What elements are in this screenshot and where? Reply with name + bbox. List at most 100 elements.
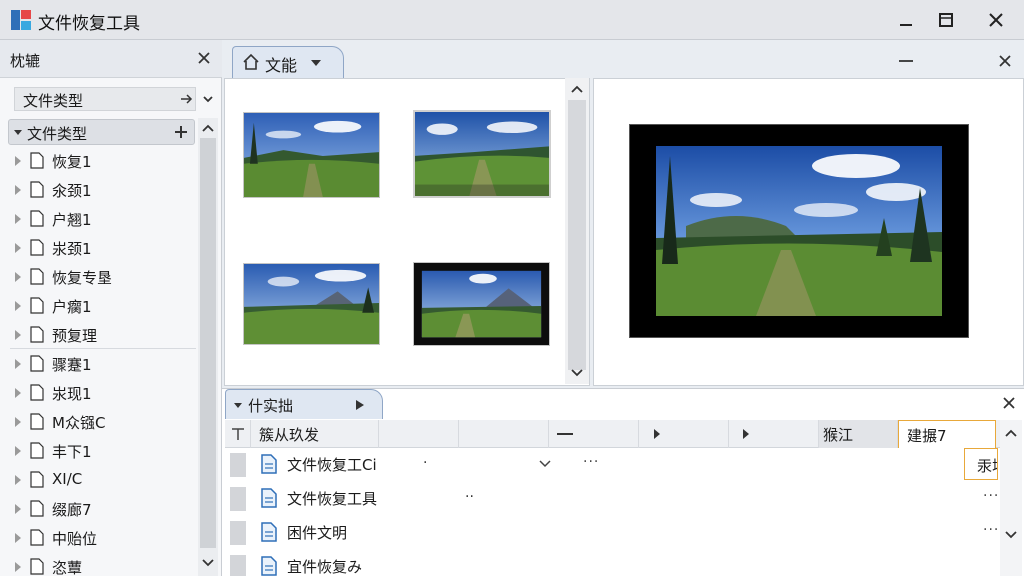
row-checkbox[interactable]: [230, 521, 246, 545]
preview-image: [656, 146, 942, 316]
column-header[interactable]: [549, 420, 639, 448]
arrow-right-icon: [181, 94, 193, 104]
tree-item[interactable]: 预复理: [10, 320, 196, 349]
caret-down-icon[interactable]: [311, 59, 321, 67]
more-icon[interactable]: ···: [983, 522, 999, 538]
scroll-thumb[interactable]: [200, 138, 216, 548]
tree-item[interactable]: 恢复专垦: [10, 262, 196, 291]
close-icon[interactable]: [996, 52, 1014, 70]
tree-item-label: 恣蕈: [52, 559, 83, 576]
tree-item-label: 恢复专垦: [52, 269, 113, 287]
image-thumbnail[interactable]: [243, 112, 380, 198]
left-panel-title: 枕辘: [10, 52, 41, 70]
left-panel: 枕辘 文件类型 文件类型 恢复1 氽颈1 户翘1 汖颈1 恢复专垦 户瘸1 预复…: [0, 40, 222, 576]
tree-item[interactable]: 缀廊7: [10, 494, 196, 523]
tree-item[interactable]: 中贻位: [10, 523, 196, 552]
grid-header-checkbox-cell[interactable]: [225, 420, 251, 448]
tree-item[interactable]: 恢复1: [10, 146, 196, 175]
document-icon: [30, 384, 44, 401]
scroll-down-icon[interactable]: [1005, 530, 1017, 540]
tree-item[interactable]: XI/C: [10, 465, 196, 494]
document-icon: [30, 442, 44, 459]
file-type-combo[interactable]: 文件类型: [14, 87, 196, 111]
column-header-name[interactable]: 簇从玖发: [251, 420, 379, 448]
caret-right-icon: [15, 272, 21, 282]
play-icon: [743, 429, 749, 439]
image-thumbnail[interactable]: [243, 263, 380, 345]
tree-item[interactable]: 汖现1: [10, 378, 196, 407]
app-logo-icon: [11, 10, 31, 30]
caret-right-icon: [15, 359, 21, 369]
tree-item[interactable]: 丰下1: [10, 436, 196, 465]
table-row[interactable]: 文件恢复工具 ·· ···: [225, 482, 1000, 516]
image-thumbnail[interactable]: [413, 110, 551, 198]
scroll-up-icon[interactable]: [202, 123, 214, 133]
thumbnail-pane: [224, 78, 590, 386]
tree-group-header[interactable]: 文件类型: [8, 119, 195, 145]
row-name: 文件恢复工具: [287, 490, 378, 508]
chevron-down-icon[interactable]: [201, 92, 215, 106]
column-header[interactable]: [379, 420, 459, 448]
tree-item-label: 汖现1: [52, 385, 92, 403]
plus-icon[interactable]: [173, 124, 189, 140]
thumbnail-scrollbar[interactable]: [565, 78, 589, 384]
scroll-down-icon[interactable]: [202, 558, 214, 568]
table-row[interactable]: 宜件恢复み: [225, 550, 1000, 576]
tab-bottom-panel[interactable]: 什实拙: [225, 389, 383, 419]
column-header-name-label: 簇从玖发: [259, 426, 320, 444]
scroll-up-icon[interactable]: [1005, 428, 1017, 438]
minimize-icon[interactable]: [897, 56, 915, 66]
table-row[interactable]: 文件恢复工Ci · ···: [225, 448, 1000, 482]
image-thumbnail[interactable]: [413, 262, 550, 346]
dash-icon: [557, 433, 573, 435]
tree-item-label: 户翘1: [52, 211, 92, 229]
document-icon: [30, 500, 44, 517]
column-header-a[interactable]: 猴江: [819, 420, 898, 448]
home-icon: [243, 53, 259, 70]
tree-item[interactable]: 骤蹇1: [10, 349, 196, 378]
row-checkbox[interactable]: [230, 555, 246, 576]
row-checkbox[interactable]: [230, 453, 246, 477]
tree-item[interactable]: 户瘸1: [10, 291, 196, 320]
column-header-b[interactable]: 建搌7: [898, 420, 996, 448]
maximize-button[interactable]: [932, 6, 960, 34]
maximize-icon: [939, 13, 953, 27]
minimize-button[interactable]: [892, 6, 920, 34]
tree-item[interactable]: 汖颈1: [10, 233, 196, 262]
column-header[interactable]: [729, 420, 819, 448]
tree-item-label: 中贻位: [52, 530, 98, 548]
document-icon: [30, 152, 44, 169]
tree-item[interactable]: 氽颈1: [10, 175, 196, 204]
scroll-thumb[interactable]: [568, 100, 586, 370]
document-icon: [261, 522, 277, 542]
row-name: 困件文明: [287, 524, 348, 542]
caret-down-icon: [234, 403, 242, 408]
scroll-down-icon[interactable]: [571, 368, 583, 378]
row-name: 文件恢复工Ci: [287, 456, 377, 474]
tree-item[interactable]: 户翘1: [10, 204, 196, 233]
document-icon: [30, 529, 44, 546]
landscape-image: [414, 263, 549, 345]
chevron-down-icon[interactable]: [539, 460, 551, 468]
tab-document[interactable]: 文能: [232, 46, 344, 78]
caret-right-icon: [15, 214, 21, 224]
close-window-button[interactable]: [982, 6, 1010, 34]
left-panel-scrollbar[interactable]: [198, 118, 218, 576]
caret-right-icon: [15, 388, 21, 398]
close-icon[interactable]: [194, 48, 214, 68]
row-mark: ·: [423, 455, 428, 471]
close-icon[interactable]: [1002, 396, 1016, 410]
column-header[interactable]: [459, 420, 549, 448]
more-icon[interactable]: ···: [983, 488, 999, 504]
table-row[interactable]: 困件文明 ···: [225, 516, 1000, 550]
document-icon: [30, 239, 44, 256]
column-header[interactable]: [639, 420, 729, 448]
bottom-panel-scrollbar[interactable]: [1000, 420, 1022, 576]
row-checkbox[interactable]: [230, 487, 246, 511]
file-type-combo-label: 文件类型: [23, 92, 84, 110]
scroll-up-icon[interactable]: [571, 84, 583, 94]
play-icon[interactable]: [356, 400, 364, 410]
more-icon[interactable]: ···: [583, 454, 599, 470]
tree-item[interactable]: 恣蕈: [10, 552, 196, 576]
tree-item[interactable]: M众镪C: [10, 407, 196, 436]
